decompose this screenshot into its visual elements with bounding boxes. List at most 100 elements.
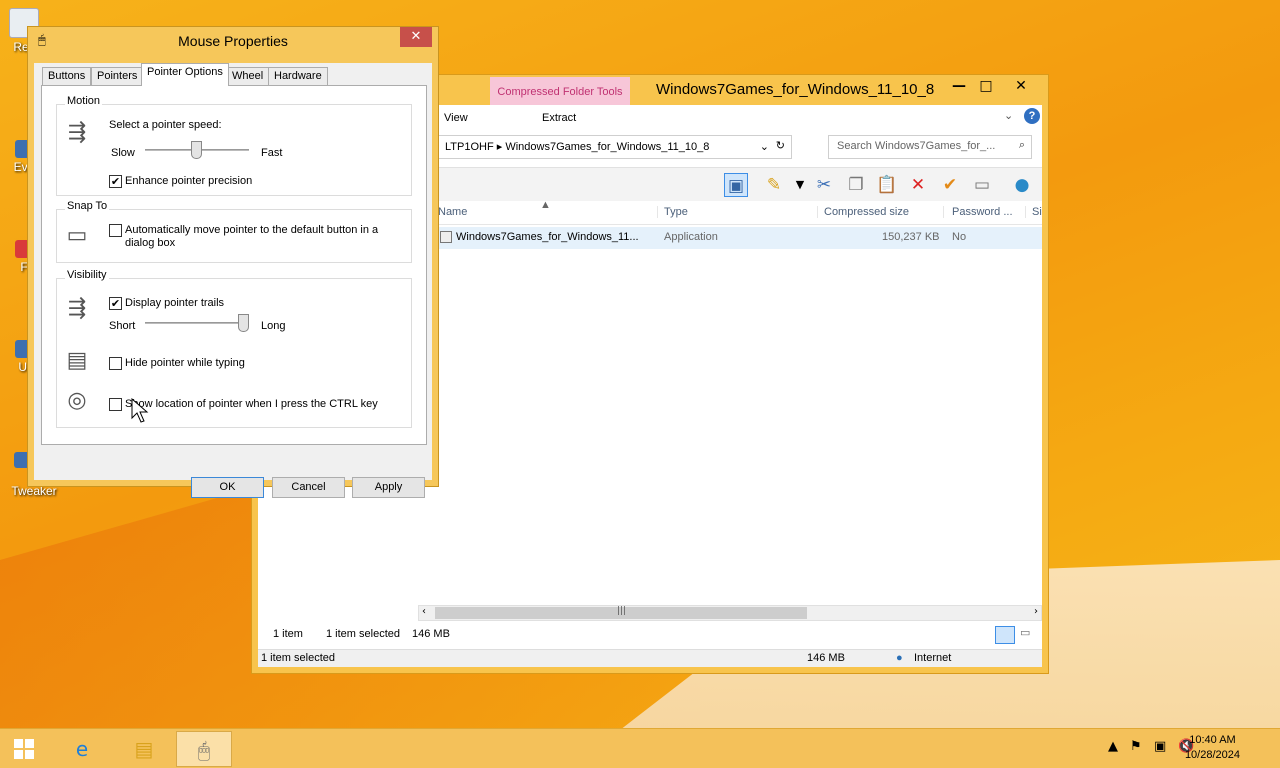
horizontal-scrollbar[interactable]: ‹ ||| › xyxy=(418,605,1042,621)
enhance-precision-label: Enhance pointer precision xyxy=(125,175,253,187)
sort-up-icon: ▲ xyxy=(540,199,551,211)
show-location-label: Show location of pointer when I press th… xyxy=(125,398,378,410)
maximize-button[interactable]: □ xyxy=(969,75,1003,97)
preview-pane-icon[interactable]: ▣ xyxy=(724,173,748,197)
snap-to-group: Snap To ▭ Automatically move pointer to … xyxy=(56,200,412,263)
mouse-properties-dialog: 🖱 Mouse Properties ✕ Buttons Pointers Po… xyxy=(27,26,439,498)
dialog-title: Mouse Properties xyxy=(178,33,288,49)
pointer-trails-label: Display pointer trails xyxy=(125,297,225,309)
paste-icon[interactable]: 📋 xyxy=(875,173,899,197)
long-label: Long xyxy=(261,320,286,332)
show-hidden-icons-icon[interactable]: ▲ xyxy=(1108,739,1118,754)
snap-to-group-label: Snap To xyxy=(65,200,110,212)
close-button[interactable]: ✕ xyxy=(1004,75,1038,97)
application-icon xyxy=(440,231,452,243)
globe-icon[interactable]: ● xyxy=(1010,173,1034,197)
column-header-type[interactable]: Type xyxy=(664,206,818,218)
cut-icon[interactable]: ✂ xyxy=(812,173,836,197)
pointer-trails-slider[interactable] xyxy=(145,322,249,324)
hide-pointer-icon: ▤ xyxy=(66,348,88,373)
flag-icon[interactable]: ⚑ xyxy=(1130,739,1142,754)
scroll-left-icon[interactable]: ‹ xyxy=(422,606,426,617)
chevron-down-icon[interactable]: ▼ xyxy=(788,173,812,197)
snap-to-label: Automatically move pointer to the defaul… xyxy=(125,224,379,236)
snap-to-checkbox[interactable] xyxy=(109,224,122,237)
copy-icon[interactable]: ❐ xyxy=(844,173,868,197)
tab-extract[interactable]: Extract xyxy=(542,112,576,124)
show-location-checkbox[interactable] xyxy=(109,398,122,411)
refresh-icon[interactable]: ↻ xyxy=(776,139,785,152)
apply-button[interactable]: Apply xyxy=(352,477,425,498)
status-size: 146 MB xyxy=(412,628,450,640)
motion-group: Motion ⇶ Select a pointer speed: Slow Fa… xyxy=(56,95,412,196)
details-view-icon[interactable] xyxy=(995,626,1015,644)
pointer-options-panel: Motion ⇶ Select a pointer speed: Slow Fa… xyxy=(41,85,427,445)
status-bar: 1 item 1 item selected 146 MB ▭ xyxy=(258,623,1042,647)
internet-explorer-icon[interactable]: e xyxy=(54,731,110,767)
properties-icon[interactable]: ✎ xyxy=(762,173,786,197)
cancel-button[interactable]: Cancel xyxy=(272,477,345,498)
ok-button[interactable]: OK xyxy=(191,477,264,498)
mouse-cursor xyxy=(131,398,149,423)
start-button[interactable] xyxy=(0,731,48,767)
rename-icon[interactable]: ▭ xyxy=(970,173,994,197)
delete-icon[interactable]: ✕ xyxy=(906,173,930,197)
bottom-size: 146 MB xyxy=(807,652,845,664)
network-icon[interactable]: ▣ xyxy=(1154,739,1166,754)
snap-to-icon: ▭ xyxy=(66,223,88,248)
short-label: Short xyxy=(109,320,136,332)
tab-pointers[interactable]: Pointers xyxy=(91,67,144,85)
status-item-count: 1 item xyxy=(273,628,303,640)
tab-hardware[interactable]: Hardware xyxy=(268,67,328,85)
large-icons-view-icon[interactable]: ▭ xyxy=(1020,626,1038,644)
address-bar[interactable]: LTP1OHF ▸ Windows7Games_for_Windows_11_1… xyxy=(438,135,792,159)
bottom-status-bar: 1 item selected 146 MB ● Internet xyxy=(258,649,1042,667)
windows-logo-icon xyxy=(14,739,34,759)
pointer-trails-slider-thumb[interactable] xyxy=(238,314,249,332)
pointer-speed-icon: ⇶ xyxy=(67,120,87,145)
ribbon-collapse-icon[interactable]: ⌄ xyxy=(1004,109,1013,122)
speed-label: Select a pointer speed: xyxy=(109,119,222,131)
enhance-precision-checkbox[interactable]: ✔ xyxy=(109,175,122,188)
address-segment[interactable]: LTP1OHF xyxy=(445,141,494,153)
checkmark-icon[interactable]: ✔ xyxy=(938,173,962,197)
visibility-group: Visibility ⇶ ✔ Display pointer trails Sh… xyxy=(56,269,412,428)
bottom-selected: 1 item selected xyxy=(261,652,335,664)
mouse-properties-taskbar-icon[interactable]: 🖱 xyxy=(176,731,232,767)
pointer-location-icon: ◎ xyxy=(67,388,87,413)
column-header-password[interactable]: Password ... xyxy=(952,206,1026,218)
bottom-zone: Internet xyxy=(914,652,952,664)
context-tab-compressed-folder-tools[interactable]: Compressed Folder Tools xyxy=(490,77,630,105)
fast-label: Fast xyxy=(261,147,283,159)
column-header-size[interactable]: Si xyxy=(1032,206,1042,218)
taskbar: e ▤ 🖱 ▲ ⚑ ▣ 🔇 10:40 AM 10/28/2024 xyxy=(0,728,1280,768)
scroll-right-icon[interactable]: › xyxy=(1034,606,1038,617)
tab-view[interactable]: View xyxy=(444,112,468,124)
clock[interactable]: 10:40 AM 10/28/2024 xyxy=(1185,733,1240,763)
tab-buttons[interactable]: Buttons xyxy=(42,67,92,85)
pointer-speed-slider-thumb[interactable] xyxy=(191,141,202,159)
clock-time: 10:40 AM xyxy=(1189,734,1236,746)
status-selected: 1 item selected xyxy=(326,628,400,640)
hide-pointer-label: Hide pointer while typing xyxy=(125,357,245,369)
motion-group-label: Motion xyxy=(65,95,103,107)
chevron-down-icon[interactable]: ⌄ xyxy=(760,140,769,153)
slow-label: Slow xyxy=(111,147,135,159)
address-segment[interactable]: Windows7Games_for_Windows_11_10_8 xyxy=(505,141,709,153)
tab-pointer-options[interactable]: Pointer Options xyxy=(141,63,229,86)
hide-pointer-checkbox[interactable] xyxy=(109,357,122,370)
pointer-trails-checkbox[interactable]: ✔ xyxy=(109,297,122,310)
visibility-group-label: Visibility xyxy=(65,269,109,281)
close-button[interactable]: ✕ xyxy=(400,27,432,47)
file-type: Application xyxy=(664,231,718,243)
pointer-trails-icon: ⇶ xyxy=(67,296,87,321)
grip-icon: ||| xyxy=(617,606,627,616)
column-header-compressed-size[interactable]: Compressed size xyxy=(824,206,944,218)
snap-to-label-line2: dialog box xyxy=(125,237,176,249)
search-icon: ⌕ xyxy=(1018,139,1025,151)
help-icon[interactable]: ? xyxy=(1024,108,1040,124)
search-input[interactable]: Search Windows7Games_for_... ⌕ xyxy=(828,135,1032,159)
file-explorer-icon[interactable]: ▤ xyxy=(116,731,172,767)
clock-date: 10/28/2024 xyxy=(1184,749,1240,761)
tab-wheel[interactable]: Wheel xyxy=(226,67,270,85)
